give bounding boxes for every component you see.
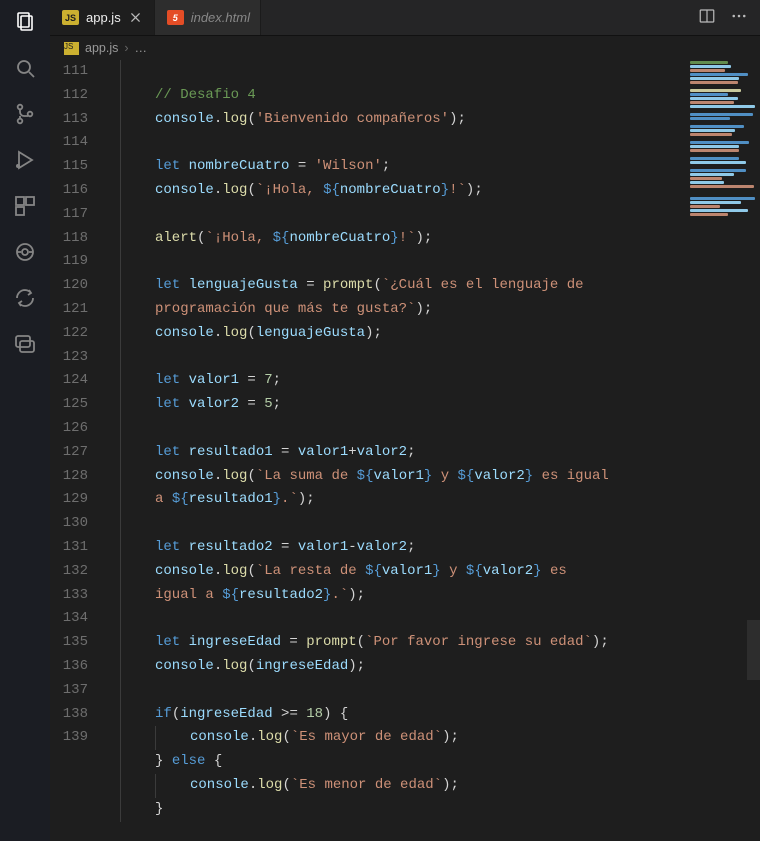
html-file-icon: 5 bbox=[167, 10, 184, 25]
close-icon[interactable] bbox=[128, 10, 144, 26]
code-line[interactable]: console.log(`Es mayor de edad`); bbox=[106, 726, 760, 750]
code-line[interactable] bbox=[106, 131, 760, 155]
code-line[interactable]: console.log(`La suma de ${valor1} y ${va… bbox=[106, 465, 760, 489]
code-line[interactable]: let resultado2 = valor1-valor2; bbox=[106, 536, 760, 560]
code-line[interactable]: igual a ${resultado2}.`); bbox=[106, 584, 760, 608]
code-line[interactable]: alert(`¡Hola, ${nombreCuatro}!`); bbox=[106, 227, 760, 251]
code-line[interactable]: console.log(`La resta de ${valor1} y ${v… bbox=[106, 560, 760, 584]
search-icon[interactable] bbox=[13, 56, 37, 80]
code-line[interactable]: // Desafio 4 bbox=[106, 84, 760, 108]
breadcrumb[interactable]: JS app.js › … bbox=[50, 36, 760, 60]
code-line[interactable]: let lenguajeGusta = prompt(`¿Cuál es el … bbox=[106, 274, 760, 298]
code-line[interactable]: console.log(lenguajeGusta); bbox=[106, 322, 760, 346]
tab-actions bbox=[686, 0, 760, 35]
editor-group: JS app.js 5 index.html JS app.js › … 111… bbox=[50, 0, 760, 841]
code-line[interactable] bbox=[106, 346, 760, 370]
live-share-icon[interactable] bbox=[13, 286, 37, 310]
code-line[interactable]: console.log(ingreseEdad); bbox=[106, 655, 760, 679]
tab-index-html[interactable]: 5 index.html bbox=[155, 0, 261, 35]
code-line[interactable]: let valor1 = 7; bbox=[106, 369, 760, 393]
code-line[interactable]: console.log(`Es menor de edad`); bbox=[106, 774, 760, 798]
js-file-icon: JS bbox=[64, 42, 79, 55]
code-line[interactable]: } bbox=[106, 798, 760, 822]
code-line[interactable]: console.log('Bienvenido compañeros'); bbox=[106, 108, 760, 132]
code-line[interactable]: if(ingreseEdad >= 18) { bbox=[106, 703, 760, 727]
code-line[interactable] bbox=[106, 512, 760, 536]
code-line[interactable] bbox=[106, 203, 760, 227]
tab-bar: JS app.js 5 index.html bbox=[50, 0, 760, 36]
split-editor-icon[interactable] bbox=[698, 7, 716, 28]
code-line[interactable] bbox=[106, 679, 760, 703]
js-file-icon: JS bbox=[62, 10, 79, 25]
tab-label: app.js bbox=[86, 10, 121, 25]
comments-icon[interactable] bbox=[13, 332, 37, 356]
code-line[interactable]: } else { bbox=[106, 750, 760, 774]
code-line[interactable]: let valor2 = 5; bbox=[106, 393, 760, 417]
code-line[interactable]: let ingreseEdad = prompt(`Por favor ingr… bbox=[106, 631, 760, 655]
activity-bar bbox=[0, 0, 50, 841]
code-editor[interactable]: 1111121131141151161171181191201211221231… bbox=[50, 60, 760, 841]
code-line[interactable] bbox=[106, 607, 760, 631]
code-line[interactable]: let resultado1 = valor1+valor2; bbox=[106, 441, 760, 465]
code-area[interactable]: // Desafio 4 console.log('Bienvenido com… bbox=[106, 60, 760, 841]
breadcrumb-file: app.js bbox=[85, 41, 118, 55]
source-control-icon[interactable] bbox=[13, 102, 37, 126]
code-line[interactable] bbox=[106, 250, 760, 274]
explorer-icon[interactable] bbox=[13, 10, 37, 34]
code-line[interactable]: console.log(`¡Hola, ${nombreCuatro}!`); bbox=[106, 179, 760, 203]
code-line[interactable] bbox=[106, 417, 760, 441]
chevron-right-icon: › bbox=[124, 41, 128, 55]
extensions-icon[interactable] bbox=[13, 194, 37, 218]
code-line[interactable]: programación que más te gusta?`); bbox=[106, 298, 760, 322]
code-line[interactable]: let nombreCuatro = 'Wilson'; bbox=[106, 155, 760, 179]
minimap[interactable] bbox=[680, 60, 760, 290]
tab-label: index.html bbox=[191, 10, 250, 25]
line-gutter: 1111121131141151161171181191201211221231… bbox=[50, 60, 106, 841]
breadcrumb-trail: … bbox=[135, 41, 148, 55]
scrollbar-thumb[interactable] bbox=[747, 620, 760, 680]
tab-app-js[interactable]: JS app.js bbox=[50, 0, 155, 35]
run-debug-icon[interactable] bbox=[13, 148, 37, 172]
code-line[interactable]: a ${resultado1}.`); bbox=[106, 488, 760, 512]
code-line[interactable] bbox=[106, 60, 760, 84]
gitlens-icon[interactable] bbox=[13, 240, 37, 264]
more-icon[interactable] bbox=[730, 7, 748, 28]
